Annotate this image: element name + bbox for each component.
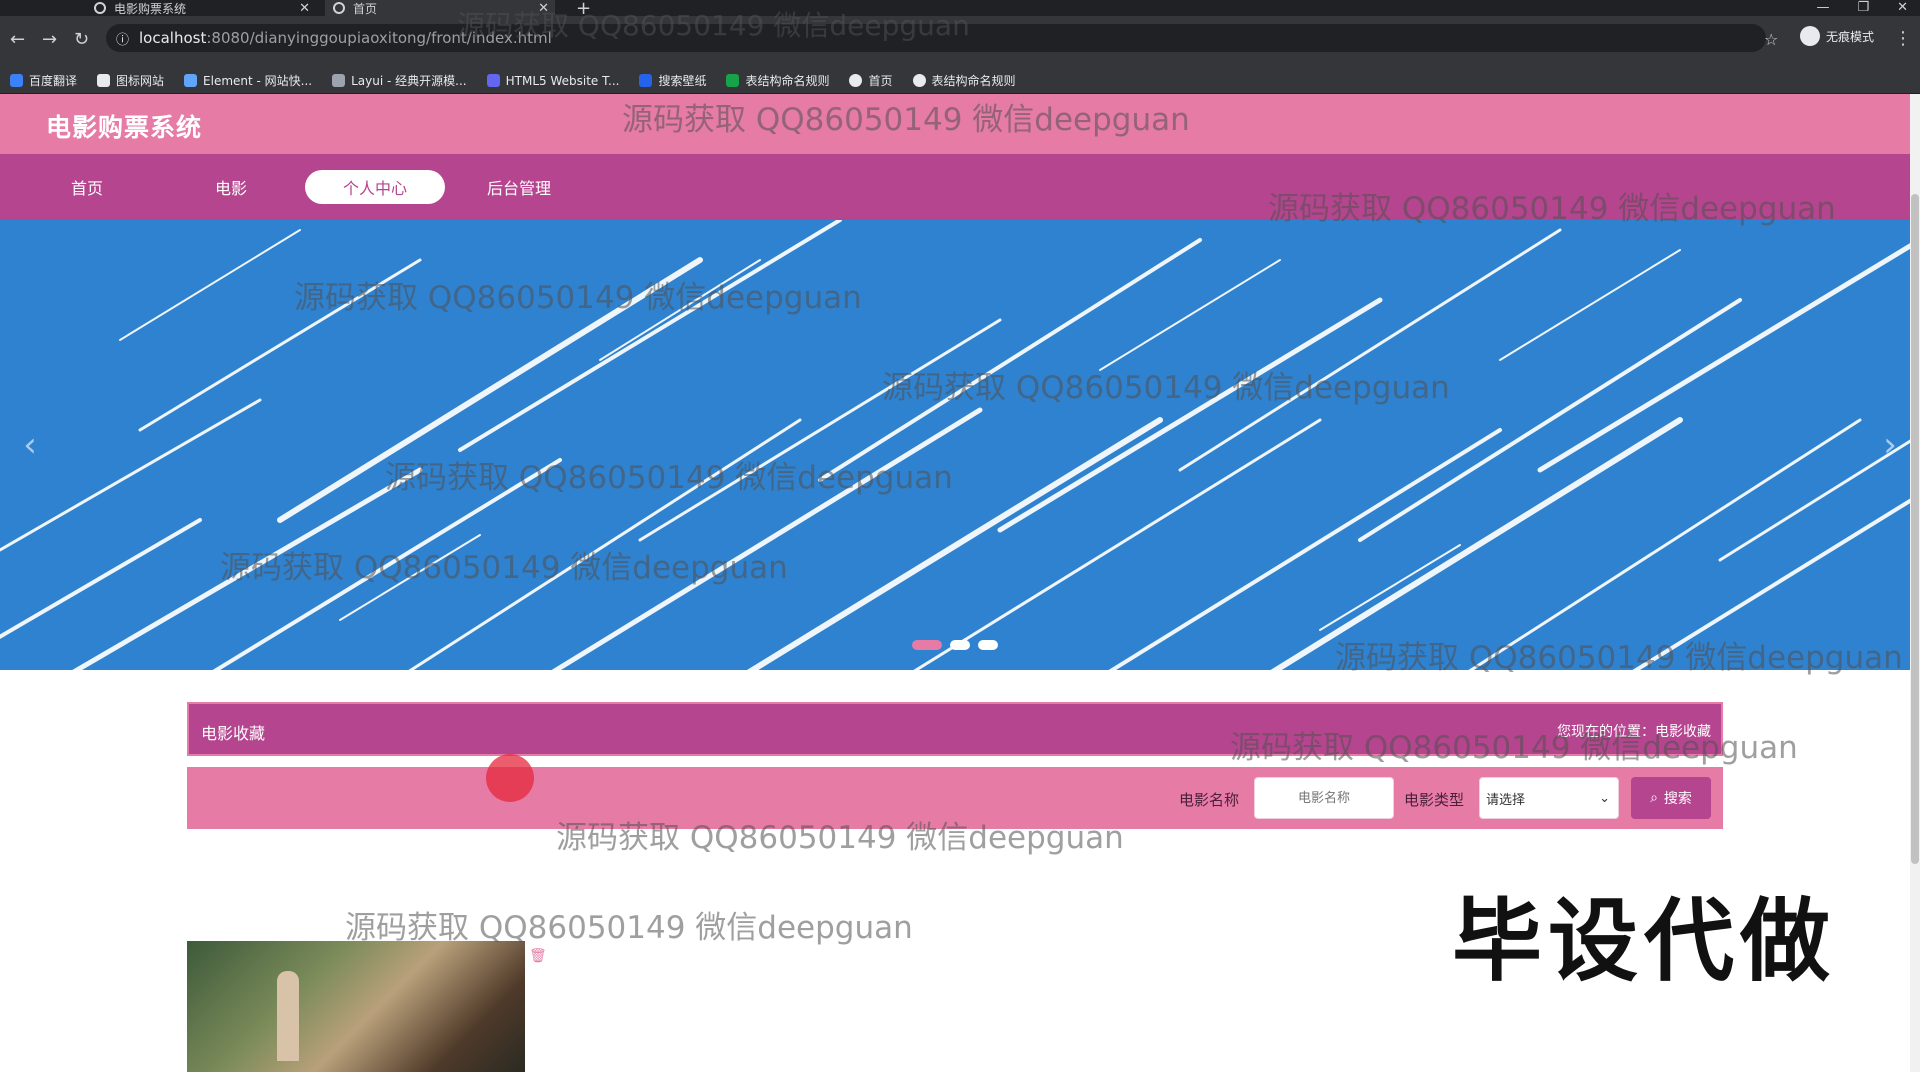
bookmark-label: 搜索壁纸 — [658, 74, 707, 88]
bookmark-label: 表结构命名规则 — [931, 74, 1016, 88]
browser-tab-bar: 电影购票系统 ✕ 首页 ✕ + — ❐ ✕ — [0, 0, 1920, 19]
bookmark-label: 首页 — [868, 74, 893, 88]
tab-label: 电影购票系统 — [114, 1, 187, 16]
search-bar: 电影名称 电影类型 请选择 ⌄ ⌕ 搜索 — [187, 767, 1723, 829]
menu-icon[interactable]: ⋮ — [1894, 28, 1912, 49]
carousel-dot[interactable] — [912, 640, 942, 650]
tab-label: 首页 — [353, 1, 378, 16]
vue-icon — [94, 2, 106, 14]
main-nav: 首页 电影 个人中心 后台管理 — [0, 154, 1920, 220]
page-scrollbar[interactable] — [1910, 94, 1920, 1072]
section-title: 电影收藏 — [201, 724, 266, 743]
bookmark-item[interactable]: HTML5 Website T... — [486, 73, 620, 88]
search-button[interactable]: ⌕ 搜索 — [1631, 777, 1711, 819]
banner-pattern — [0, 220, 1920, 670]
forward-icon[interactable]: → — [42, 29, 57, 50]
minimize-icon[interactable]: — — [1816, 0, 1829, 15]
globe-icon — [912, 74, 926, 87]
flag-icon — [97, 74, 111, 87]
cursor-highlight — [486, 754, 534, 802]
bookmark-label: Layui - 经典开源模... — [351, 74, 467, 88]
browser-tab[interactable]: 电影购票系统 ✕ — [86, 0, 316, 16]
bookmark-label: 百度翻译 — [29, 74, 78, 88]
browser-toolbar: ← → ↻ ⓘ localhost:8080/dianyinggoupiaoxi… — [0, 16, 1920, 68]
address-bar[interactable]: ⓘ localhost:8080/dianyinggoupiaoxitong/f… — [106, 24, 1766, 52]
incognito-profile[interactable]: 无痕模式 — [1800, 26, 1874, 46]
bookmark-item[interactable]: 百度翻译 — [10, 72, 77, 89]
scrollbar-thumb[interactable] — [1911, 194, 1919, 864]
star-icon[interactable]: ☆ — [1764, 30, 1778, 49]
search-icon: ⌕ — [1650, 790, 1658, 806]
sheet-icon — [726, 74, 740, 87]
bookmark-label: 图标网站 — [116, 74, 165, 88]
chevron-down-icon: ⌄ — [1599, 790, 1610, 806]
bookmark-item[interactable]: Element - 网站快... — [184, 72, 312, 89]
bookmark-label: Element - 网站快... — [203, 74, 313, 88]
carousel-indicators — [912, 640, 998, 650]
carousel-next-icon[interactable]: › — [1870, 425, 1910, 465]
bookmark-item[interactable]: 表结构命名规则 — [726, 72, 829, 89]
bookmark-label: HTML5 Website T... — [505, 73, 620, 88]
carousel-dot[interactable] — [950, 640, 970, 650]
element-icon — [184, 74, 198, 87]
carousel-dot[interactable] — [978, 640, 998, 650]
bookmark-label: 表结构命名规则 — [745, 74, 830, 88]
back-icon[interactable]: ← — [10, 29, 25, 50]
search-button-label: 搜索 — [1663, 791, 1692, 807]
reload-icon[interactable]: ↻ — [74, 29, 89, 50]
movie-poster[interactable] — [187, 941, 525, 1072]
nav-user-center[interactable]: 个人中心 — [305, 170, 445, 204]
browser-tab-active[interactable]: 首页 ✕ — [325, 0, 555, 16]
site-header: 电影购票系统 — [0, 94, 1920, 154]
movie-name-input[interactable] — [1254, 777, 1394, 819]
delete-icon[interactable]: 🗑 — [529, 948, 547, 964]
bookmark-item[interactable]: Layui - 经典开源模... — [332, 72, 467, 89]
site-logo[interactable]: 电影购票系统 — [28, 102, 220, 150]
breadcrumb: 您现在的位置：电影收藏 — [1557, 724, 1711, 740]
globe-icon — [849, 74, 863, 87]
movie-type-select[interactable]: 请选择 ⌄ — [1479, 777, 1619, 819]
banner-carousel: ‹ › — [0, 220, 1920, 670]
nav-admin[interactable]: 后台管理 — [449, 170, 589, 204]
movie-type-selected: 请选择 — [1486, 792, 1526, 808]
html5-icon — [486, 74, 500, 87]
layui-icon — [332, 74, 346, 87]
url-host: localhost — [139, 29, 207, 47]
incognito-icon — [1800, 26, 1820, 46]
restore-icon[interactable]: ❐ — [1857, 0, 1869, 15]
movie-type-label: 电影类型 — [1404, 791, 1465, 809]
close-icon[interactable]: ✕ — [299, 1, 310, 16]
url-path: :8080/dianyinggoupiaoxitong/front/index.… — [206, 29, 552, 47]
globe-icon — [333, 2, 345, 14]
bookmark-item[interactable]: 搜索壁纸 — [639, 72, 706, 89]
close-icon[interactable]: ✕ — [538, 1, 549, 16]
bookmark-item[interactable]: 图标网站 — [97, 72, 164, 89]
nav-movies[interactable]: 电影 — [161, 170, 301, 204]
nav-home[interactable]: 首页 — [17, 170, 157, 204]
watermark-overlay: 毕设代做 — [1452, 889, 1836, 994]
bookmark-item[interactable]: 首页 — [849, 72, 893, 89]
translate-icon — [10, 74, 23, 87]
bookmark-item[interactable]: 表结构命名规则 — [912, 72, 1016, 89]
movie-name-label: 电影名称 — [1179, 791, 1240, 809]
section-header: 电影收藏 您现在的位置：电影收藏 — [187, 702, 1723, 756]
info-icon: ⓘ — [116, 32, 130, 48]
bookmarks-bar: 百度翻译 图标网站 Element - 网站快... Layui - 经典开源模… — [0, 68, 1920, 94]
wallpaper-icon — [639, 74, 653, 87]
carousel-prev-icon[interactable]: ‹ — [10, 425, 50, 465]
profile-label: 无痕模式 — [1826, 29, 1875, 44]
close-window-icon[interactable]: ✕ — [1897, 0, 1908, 15]
window-controls: — ❐ ✕ — [1816, 0, 1920, 15]
